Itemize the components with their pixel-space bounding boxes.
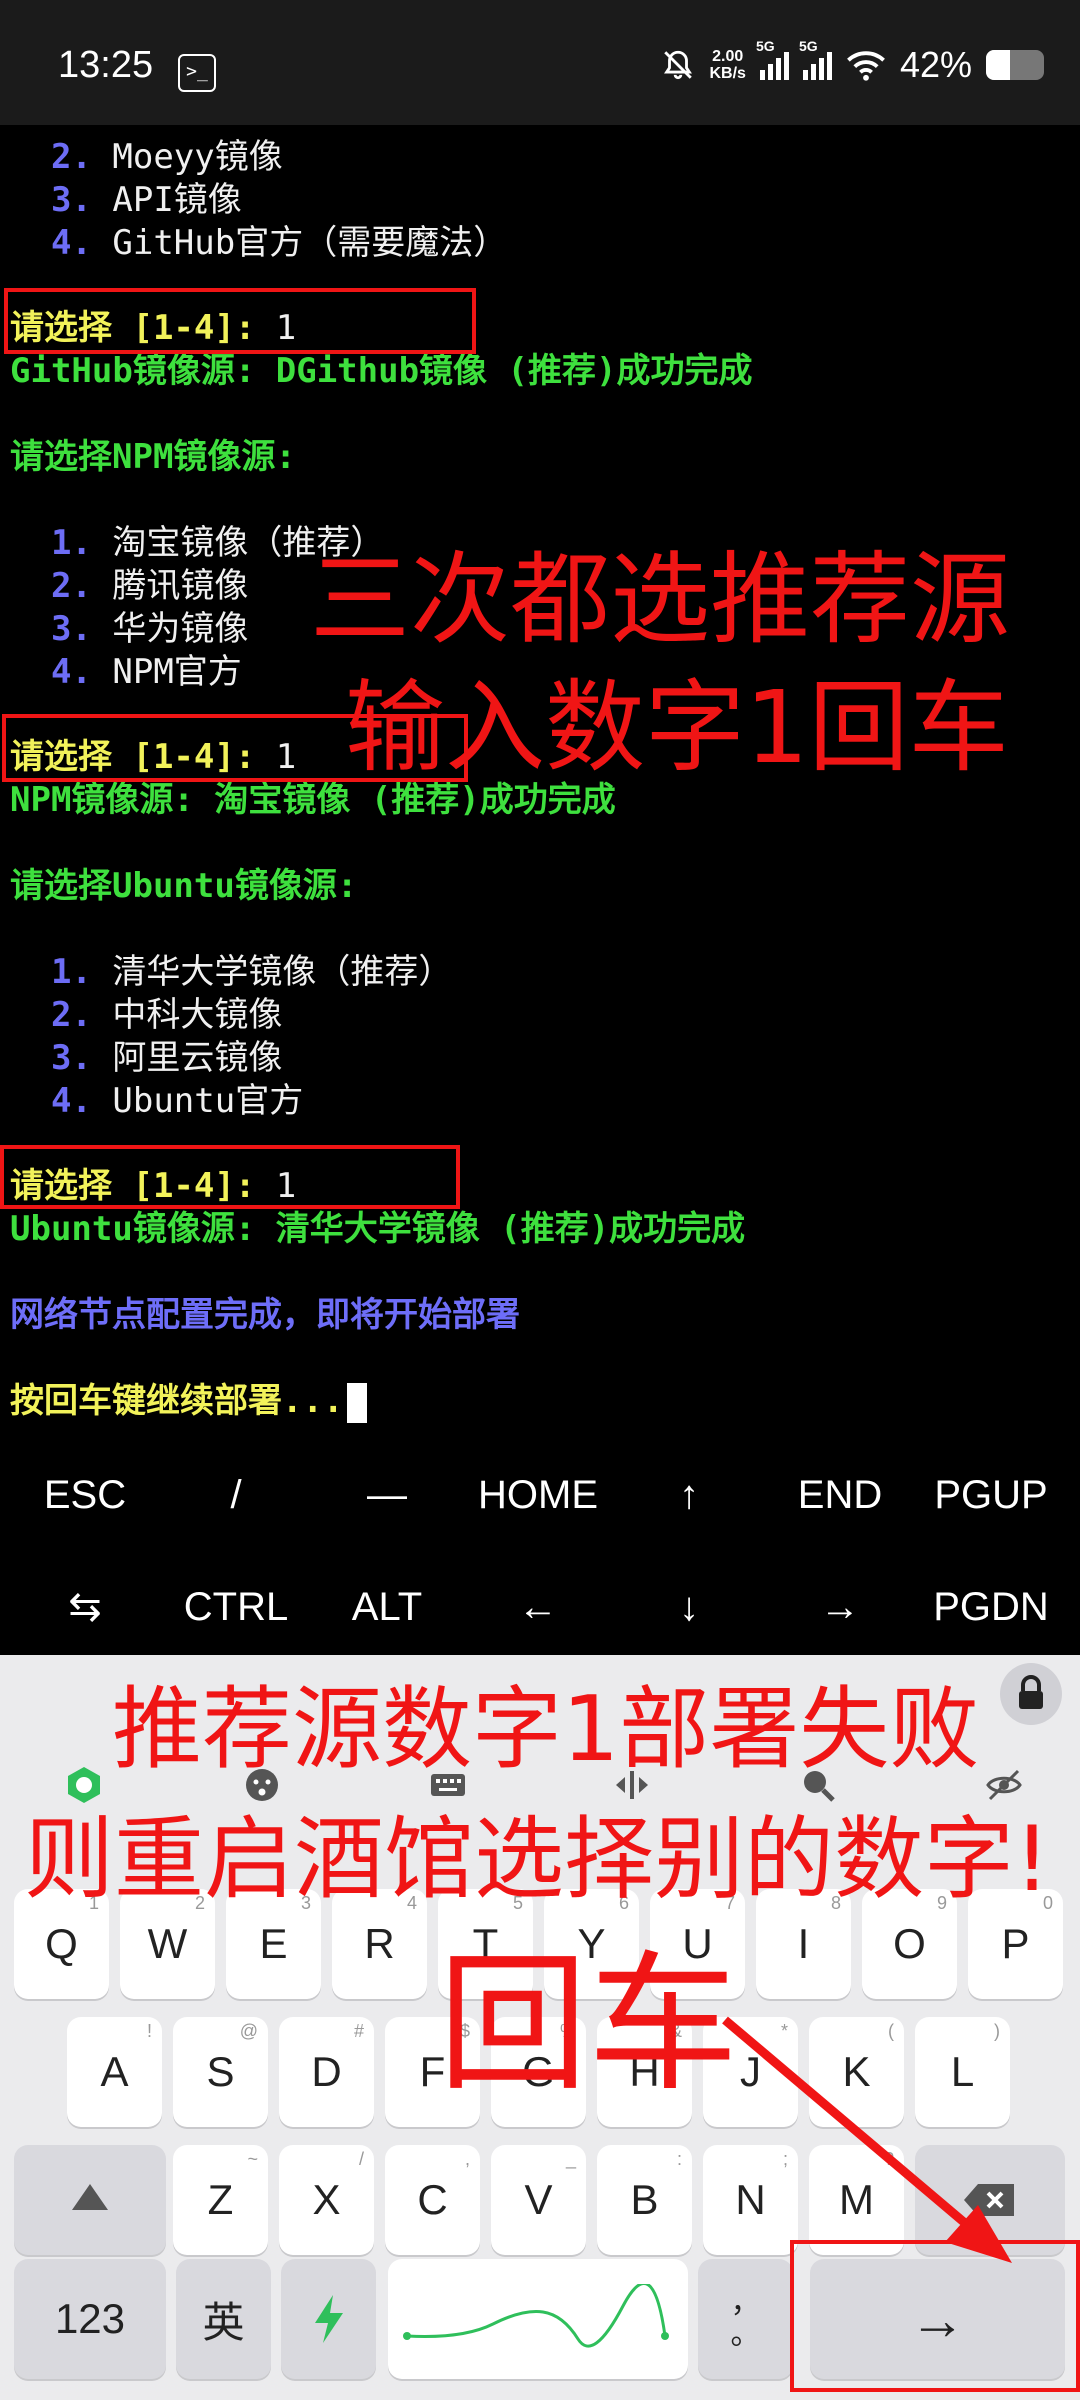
highlight-box — [790, 2240, 1080, 2392]
annotation-arrow — [722, 2016, 1012, 2263]
